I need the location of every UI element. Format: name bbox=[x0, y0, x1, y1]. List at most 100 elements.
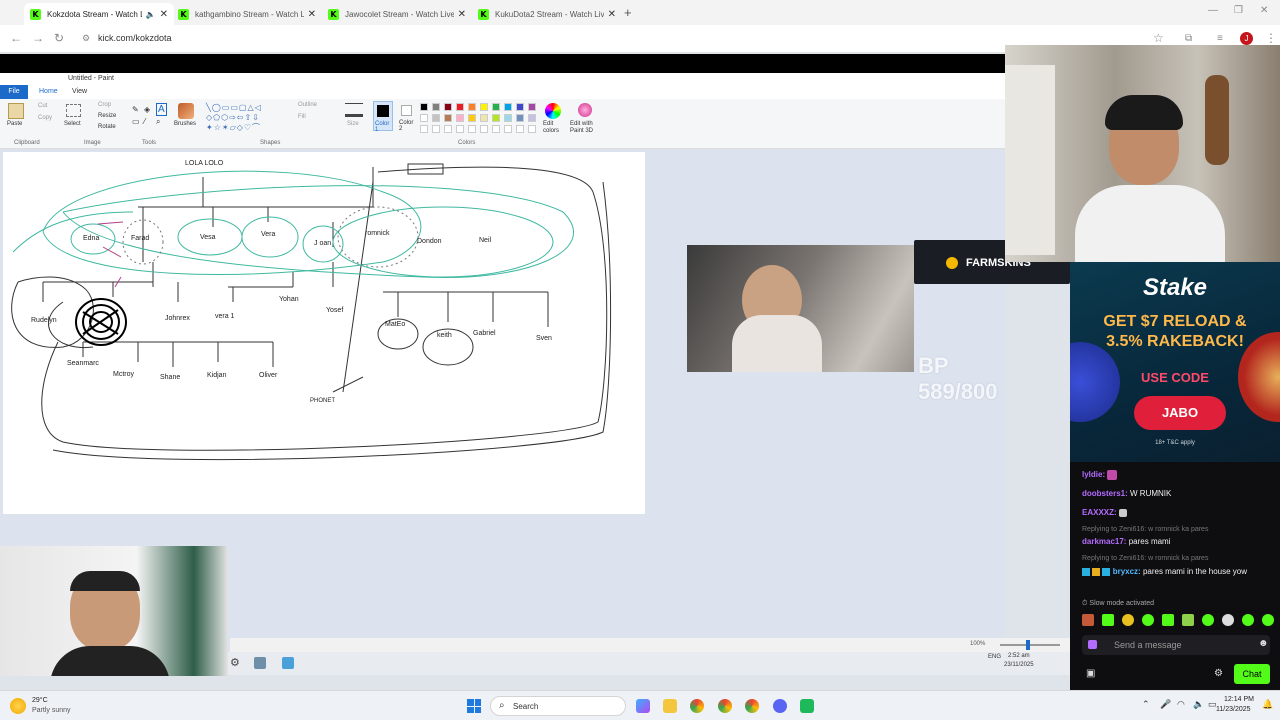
chat-send-button[interactable]: Chat bbox=[1234, 664, 1270, 684]
paint-canvas[interactable]: LOLA LOLO Edna Farad Vesa Vera J oan rom… bbox=[3, 152, 645, 514]
palette-swatch[interactable] bbox=[492, 114, 500, 122]
emote-icon[interactable] bbox=[1202, 614, 1214, 626]
zoom-slider-thumb[interactable] bbox=[1026, 640, 1030, 650]
palette-swatch[interactable] bbox=[456, 114, 464, 122]
copy-label[interactable]: Copy bbox=[38, 115, 52, 121]
tab-jawocolet[interactable]: K Jawocolet Stream - Watch Live ✕ bbox=[322, 3, 472, 25]
file-explorer-icon[interactable] bbox=[663, 699, 677, 713]
palette-swatch[interactable] bbox=[420, 114, 428, 122]
media-icon[interactable]: ≡ bbox=[1217, 33, 1223, 44]
emote-icon[interactable] bbox=[1262, 614, 1274, 626]
tab-kathgambino[interactable]: K kathgambino Stream - Watch L ✕ bbox=[172, 3, 322, 25]
outline-label[interactable]: Outline bbox=[298, 102, 317, 108]
edit-colors-icon[interactable] bbox=[545, 103, 561, 119]
windows-start-icon[interactable] bbox=[467, 699, 481, 713]
chat-username[interactable]: bryxcz: bbox=[1113, 567, 1141, 576]
chat-input[interactable]: Send a message ☻ bbox=[1082, 635, 1270, 655]
palette-swatch[interactable] bbox=[456, 103, 464, 111]
palette-swatch[interactable] bbox=[516, 114, 524, 122]
palette-swatch[interactable] bbox=[420, 125, 428, 133]
chat-username[interactable]: doobsters1: bbox=[1082, 489, 1128, 498]
palette-swatch[interactable] bbox=[480, 114, 488, 122]
cut-label[interactable]: Cut bbox=[38, 103, 47, 109]
menu-home[interactable]: Home bbox=[39, 88, 58, 95]
palette-swatch[interactable] bbox=[444, 114, 452, 122]
palette-swatch[interactable] bbox=[468, 125, 476, 133]
chrome-icon[interactable] bbox=[690, 699, 704, 713]
palette-swatch[interactable] bbox=[480, 103, 488, 111]
chat-username[interactable]: darkmac17: bbox=[1082, 537, 1126, 546]
emote-icon[interactable] bbox=[1162, 614, 1174, 626]
palette-swatch[interactable] bbox=[516, 125, 524, 133]
palette-swatch[interactable] bbox=[468, 103, 476, 111]
forward-icon[interactable]: → bbox=[32, 31, 44, 45]
chat-username[interactable]: lyldie: bbox=[1082, 470, 1105, 479]
palette-swatch[interactable] bbox=[528, 114, 536, 122]
reply-context[interactable]: Replying to Zeni616: w romnick ka pares bbox=[1082, 526, 1208, 533]
more-menu-icon[interactable]: ⋮ bbox=[1265, 31, 1277, 45]
close-tab-icon[interactable]: ✕ bbox=[160, 9, 168, 20]
new-tab-button[interactable]: + bbox=[624, 5, 632, 20]
palette-swatch[interactable] bbox=[480, 125, 488, 133]
volume-icon[interactable]: 🔈 bbox=[1193, 699, 1204, 710]
paste-icon[interactable] bbox=[8, 103, 24, 119]
speaker-icon[interactable]: 🔈 bbox=[146, 10, 156, 19]
discord-icon[interactable] bbox=[773, 699, 787, 713]
palette-swatch[interactable] bbox=[492, 125, 500, 133]
emote-icon[interactable] bbox=[1122, 614, 1134, 626]
close-tab-icon[interactable]: ✕ bbox=[608, 9, 616, 20]
magnifier-icon[interactable]: ⌕ bbox=[156, 117, 160, 127]
eraser-icon[interactable]: ▭ bbox=[132, 117, 140, 126]
emote-icon[interactable] bbox=[1102, 614, 1114, 626]
emote-icon[interactable] bbox=[1182, 614, 1194, 626]
back-icon[interactable]: ← bbox=[10, 31, 22, 45]
size-icon[interactable] bbox=[345, 103, 363, 117]
palette-swatch[interactable] bbox=[432, 125, 440, 133]
profile-avatar[interactable]: J bbox=[1240, 32, 1253, 45]
copilot-icon[interactable] bbox=[636, 699, 650, 713]
palette-swatch[interactable] bbox=[504, 114, 512, 122]
settings-icon[interactable]: ⚙ bbox=[1214, 668, 1223, 679]
palette-swatch[interactable] bbox=[468, 114, 476, 122]
palette-swatch[interactable] bbox=[444, 125, 452, 133]
palette-swatch[interactable] bbox=[504, 103, 512, 111]
stake-code-button[interactable]: JABO bbox=[1134, 396, 1226, 430]
mic-icon[interactable]: 🎤 bbox=[1160, 699, 1171, 710]
select-icon[interactable] bbox=[66, 104, 81, 117]
picker-icon[interactable]: ⁄ bbox=[144, 117, 145, 126]
site-info-icon[interactable]: ⚙ bbox=[82, 33, 90, 44]
palette-swatch[interactable] bbox=[516, 103, 524, 111]
fill-label[interactable]: Fill bbox=[298, 114, 306, 120]
text-icon[interactable]: A bbox=[156, 103, 167, 116]
menu-view[interactable]: View bbox=[72, 88, 87, 95]
resize-label[interactable]: Resize bbox=[98, 113, 116, 119]
app-icon[interactable] bbox=[800, 699, 814, 713]
palette-swatch[interactable] bbox=[420, 103, 428, 111]
tray-chevron-icon[interactable]: ⌃ bbox=[1142, 699, 1150, 710]
color1-button[interactable]: Color 1 bbox=[373, 101, 393, 133]
shapes-gallery[interactable]: ╲◯▭▭▢△◁ ◇⬠⬡⇨⇦⇧⇩ ✦☆✶▱◇♡⌒ bbox=[206, 103, 290, 132]
palette-swatch[interactable] bbox=[528, 125, 536, 133]
paint3d-icon[interactable] bbox=[578, 103, 592, 117]
emote-icon[interactable] bbox=[1242, 614, 1254, 626]
palette-swatch[interactable] bbox=[528, 103, 536, 111]
clock-time[interactable]: 12:14 PM bbox=[1224, 696, 1254, 703]
emoji-icon[interactable]: ☻ bbox=[1258, 638, 1269, 649]
maximize-button[interactable]: ❐ bbox=[1234, 5, 1243, 16]
stake-ad-banner[interactable]: Stake GET $7 RELOAD & 3.5% RAKEBACK! USE… bbox=[1070, 262, 1280, 462]
fill-icon[interactable]: ◈ bbox=[144, 105, 150, 114]
url-field[interactable]: kick.com/kokzdota bbox=[98, 33, 172, 43]
chrome-icon[interactable] bbox=[718, 699, 732, 713]
pencil-icon[interactable]: ✎ bbox=[132, 105, 139, 114]
notification-icon[interactable]: 🔔 bbox=[1262, 699, 1273, 710]
emote-icon[interactable] bbox=[1222, 614, 1234, 626]
wifi-icon[interactable]: ◠ bbox=[1177, 699, 1185, 710]
weather-desc[interactable]: Partly sunny bbox=[32, 707, 71, 714]
chrome-icon[interactable] bbox=[745, 699, 759, 713]
minimize-button[interactable]: — bbox=[1208, 5, 1218, 16]
gift-icon[interactable]: ▣ bbox=[1086, 668, 1095, 679]
chat-username[interactable]: EAXXXZ: bbox=[1082, 508, 1117, 517]
extensions-icon[interactable]: ⧉ bbox=[1185, 33, 1192, 44]
tab-kukudota2[interactable]: K KukuDota2 Stream - Watch Live ✕ bbox=[472, 3, 622, 25]
close-window-button[interactable]: ✕ bbox=[1260, 5, 1268, 16]
